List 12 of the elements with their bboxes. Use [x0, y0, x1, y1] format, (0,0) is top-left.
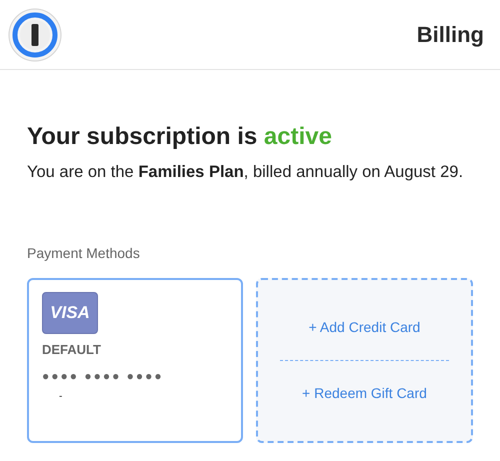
action-link[interactable]: + Redeem Gift Card [302, 382, 427, 404]
subscription-description: You are on the Families Plan, billed annually on August 29. [27, 162, 464, 183]
card-note: - [59, 390, 64, 404]
card-brand-logo: VISA [42, 292, 98, 334]
payment-card[interactable]: VISA DEFAULT ●●●● ●●●● ●●●● - [27, 278, 243, 443]
page-title: Billing [416, 21, 484, 49]
logo-icon [8, 8, 62, 62]
section-label: Payment Methods [27, 244, 141, 263]
action-link[interactable]: + Add Credit Card [308, 316, 420, 338]
subscription-heading: Your subscription is active [27, 122, 333, 152]
default-label: DEFAULT [42, 340, 102, 359]
card-number: ●●●● ●●●● ●●●● [42, 368, 165, 386]
